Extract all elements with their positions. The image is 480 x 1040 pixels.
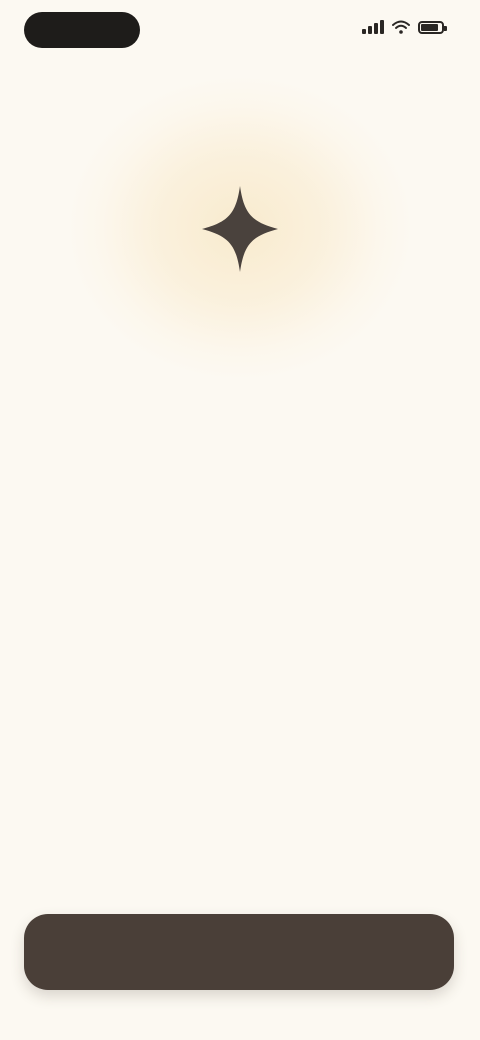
onboarding-screen	[0, 0, 480, 1040]
intro-text	[40, 466, 440, 498]
wifi-icon	[392, 20, 410, 34]
battery-level	[421, 23, 438, 31]
cellular-signal-icon	[362, 20, 384, 34]
dynamic-island	[24, 12, 140, 48]
bottom-right-button[interactable]	[400, 942, 428, 962]
status-bar	[0, 0, 480, 64]
battery-icon	[418, 20, 447, 34]
bottom-action-bar	[24, 914, 454, 990]
bottom-left-button[interactable]	[50, 942, 78, 962]
sparkle-icon	[202, 186, 278, 272]
status-icons	[362, 20, 447, 34]
